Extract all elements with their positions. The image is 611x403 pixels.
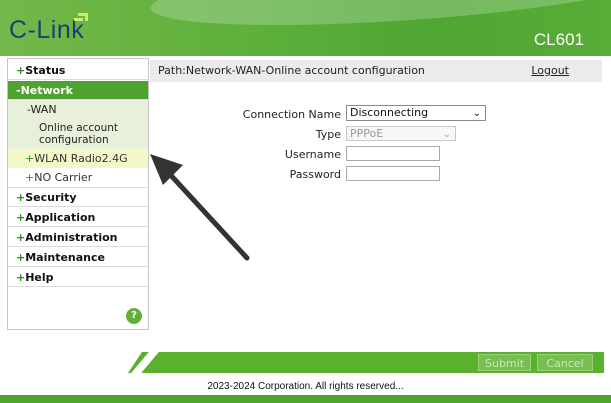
sidebar-item-label: NO Carrier — [34, 171, 93, 184]
sidebar-item-application[interactable]: +Application — [8, 208, 148, 227]
footer-action-bar — [128, 352, 604, 373]
sidebar-item-label: Status — [25, 64, 66, 77]
username-label: Username — [284, 148, 341, 161]
sidebar-item-label: Administration — [25, 231, 118, 244]
chevron-down-icon: ⌄ — [442, 129, 451, 140]
sidebar-item-network[interactable]: -Network — [8, 81, 148, 100]
sidebar-item-help[interactable]: +Help — [8, 268, 148, 287]
logo-mark-icon — [74, 13, 88, 25]
sidebar-item-no-carrier[interactable]: +NO Carrier — [8, 168, 148, 188]
sidebar-item-wlan-radio[interactable]: +WLAN Radio2.4G — [8, 149, 148, 168]
sidebar-item-label: WAN — [30, 103, 57, 116]
sidebar-item-status[interactable]: +Status — [8, 61, 148, 80]
chevron-down-icon: ⌄ — [472, 108, 481, 119]
submit-button[interactable]: Submit — [478, 354, 531, 371]
password-label: Password — [289, 168, 341, 181]
sidebar-item-label: Network — [20, 84, 73, 97]
cancel-button[interactable]: Cancel — [537, 354, 593, 371]
sidebar-item-label: WLAN Radio2.4G — [34, 152, 128, 165]
username-input[interactable] — [346, 146, 440, 161]
model-name: CL601 — [533, 30, 584, 49]
brand-logo: C-Link — [9, 16, 85, 44]
help-icon[interactable]: ? — [126, 308, 142, 324]
password-input[interactable] — [346, 166, 440, 181]
connection-name-value: Disconnecting — [350, 106, 429, 119]
breadcrumb: Path:Network-WAN-Online account configur… — [158, 64, 425, 77]
sidebar-item-maintenance[interactable]: +Maintenance — [8, 248, 148, 267]
footer-green-band — [128, 352, 604, 373]
sidebar-item-label: configuration — [39, 134, 109, 146]
connection-name-select[interactable]: Disconnecting ⌄ — [346, 105, 486, 121]
header-banner: C-Link CL601 — [0, 0, 611, 56]
type-label: Type — [315, 128, 341, 141]
sidebar-item-label: Help — [25, 271, 54, 284]
sidebar-item-security[interactable]: +Security — [8, 188, 148, 207]
breadcrumb-bar: Path:Network-WAN-Online account configur… — [150, 60, 602, 82]
sidebar-item-label: Maintenance — [25, 251, 105, 264]
logout-link[interactable]: Logout — [531, 64, 569, 77]
sidebar-item-label: Application — [25, 211, 96, 224]
sidebar-item-administration[interactable]: +Administration — [8, 228, 148, 247]
sidebar-item-label: Online account — [39, 122, 119, 134]
connection-name-label: Connection Name — [242, 108, 341, 121]
type-value: PPPoE — [350, 127, 384, 140]
sidebar-item-online-account-configuration[interactable]: Online account configuration — [8, 119, 148, 149]
sidebar-item-label: Security — [25, 191, 77, 204]
bottom-border — [0, 395, 611, 403]
type-select: PPPoE ⌄ — [346, 126, 456, 141]
sidebar-nav: +Status -Network -WAN Online account con… — [7, 58, 149, 330]
sidebar-item-wan[interactable]: -WAN — [8, 101, 148, 119]
copyright-text: 2023-2024 Corporation. All rights reserv… — [207, 381, 404, 392]
